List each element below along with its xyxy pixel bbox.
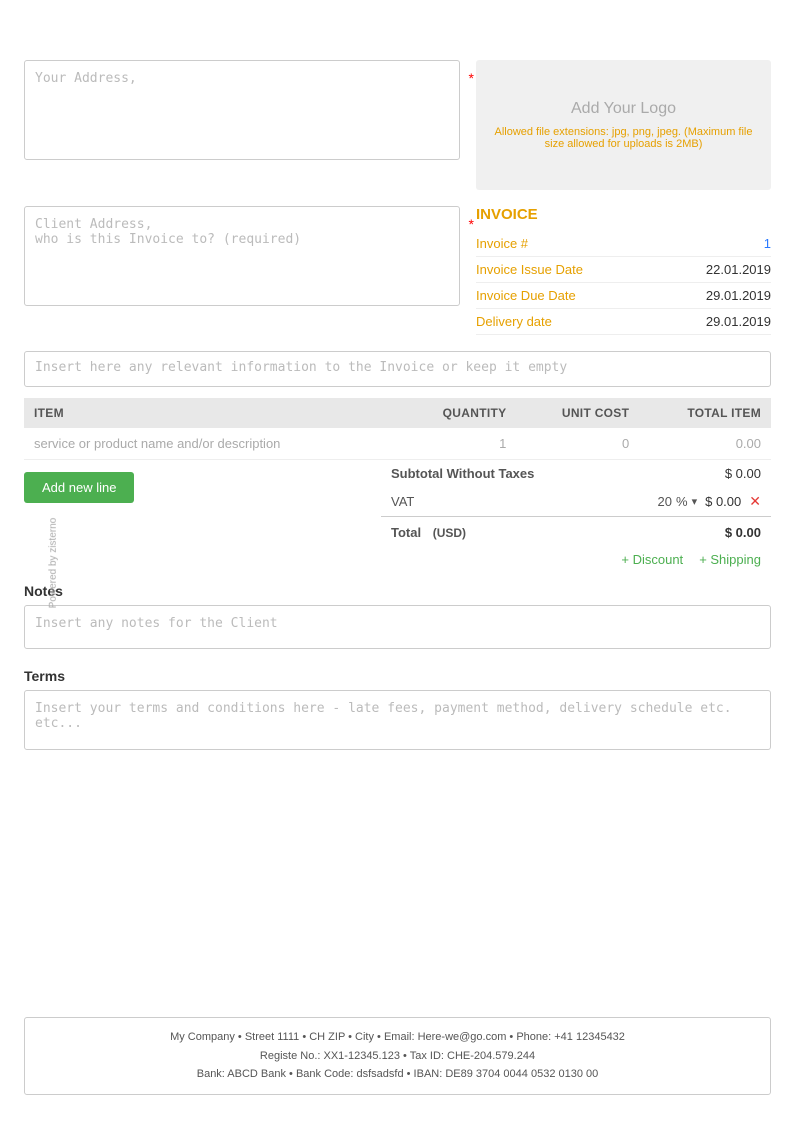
invoice-label: INVOICE [476, 206, 771, 223]
logo-note: Allowed file extensions: jpg, png, jpeg.… [476, 126, 771, 150]
col-header-item: ITEM [24, 398, 399, 428]
to-address-input[interactable] [24, 206, 460, 306]
invoice-row-key: Invoice Due Date [476, 288, 576, 303]
terms-input[interactable] [24, 690, 771, 750]
invoice-row-value: 29.01.2019 [706, 314, 771, 329]
total-value: $ 0.00 [603, 517, 771, 547]
powered-by-label: Powered by zisterno [48, 517, 59, 608]
item-unit-cost-cell[interactable]: 0 [516, 428, 639, 460]
terms-label: Terms [24, 668, 771, 684]
footer-line2: Registe No.: XX1-12345.123 • Tax ID: CHE… [41, 1047, 754, 1066]
footer: My Company • Street 1111 • CH ZIP • City… [24, 1017, 771, 1095]
add-shipping-link[interactable]: + Shipping [699, 552, 761, 567]
item-total-cell[interactable]: 0.00 [639, 428, 771, 460]
invoice-detail-row: Delivery date 29.01.2019 [476, 309, 771, 335]
to-address-required: * [469, 216, 474, 232]
notes-label: Notes [24, 583, 771, 599]
invoice-info-input[interactable] [24, 351, 771, 387]
from-address-input[interactable] [24, 60, 460, 160]
vat-value: $ 0.00 [705, 494, 741, 509]
item-name-cell[interactable]: service or product name and/or descripti… [24, 428, 399, 460]
invoice-row-value: 29.01.2019 [706, 288, 771, 303]
invoice-detail-row: Invoice Issue Date 22.01.2019 [476, 257, 771, 283]
subtotal-label: Subtotal Without Taxes [381, 460, 603, 487]
add-discount-link[interactable]: + Discount [621, 552, 683, 567]
vat-dropdown-icon[interactable]: ▾ [692, 495, 698, 508]
footer-line1: My Company • Street 1111 • CH ZIP • City… [41, 1028, 754, 1047]
invoice-row-key: Delivery date [476, 314, 552, 329]
vat-delete-button[interactable]: ✕ [749, 493, 761, 510]
from-address-required: * [469, 70, 474, 86]
logo-title: Add Your Logo [571, 100, 676, 118]
item-qty-cell[interactable]: 1 [399, 428, 517, 460]
items-table: ITEM QUANTITY UNIT COST TOTAL ITEM servi… [24, 398, 771, 460]
col-header-qty: QUANTITY [399, 398, 517, 428]
footer-line3: Bank: ABCD Bank • Bank Code: dsfsadsfd •… [41, 1065, 754, 1084]
invoice-detail-row: Invoice # 1 [476, 231, 771, 257]
total-label: Total (USD) [381, 517, 603, 547]
invoice-detail-row: Invoice Due Date 29.01.2019 [476, 283, 771, 309]
invoice-row-value: 22.01.2019 [706, 262, 771, 277]
vat-pct-symbol: % [676, 494, 688, 509]
table-row[interactable]: service or product name and/or descripti… [24, 428, 771, 460]
total-currency: (USD) [433, 526, 466, 540]
col-header-unit-cost: UNIT COST [516, 398, 639, 428]
invoice-row-value[interactable]: 1 [764, 236, 771, 251]
invoice-row-key: Invoice # [476, 236, 528, 251]
vat-label: VAT [381, 487, 603, 517]
subtotal-value: $ 0.00 [603, 460, 771, 487]
add-new-line-button[interactable]: Add new line [24, 472, 134, 503]
logo-upload-area[interactable]: Add Your Logo Allowed file extensions: j… [476, 60, 771, 190]
notes-input[interactable] [24, 605, 771, 649]
invoice-row-key: Invoice Issue Date [476, 262, 583, 277]
col-header-total: TOTAL ITEM [639, 398, 771, 428]
totals-table: Subtotal Without Taxes $ 0.00 VAT 20 % ▾… [381, 460, 771, 546]
vat-percentage: 20 [658, 494, 672, 509]
